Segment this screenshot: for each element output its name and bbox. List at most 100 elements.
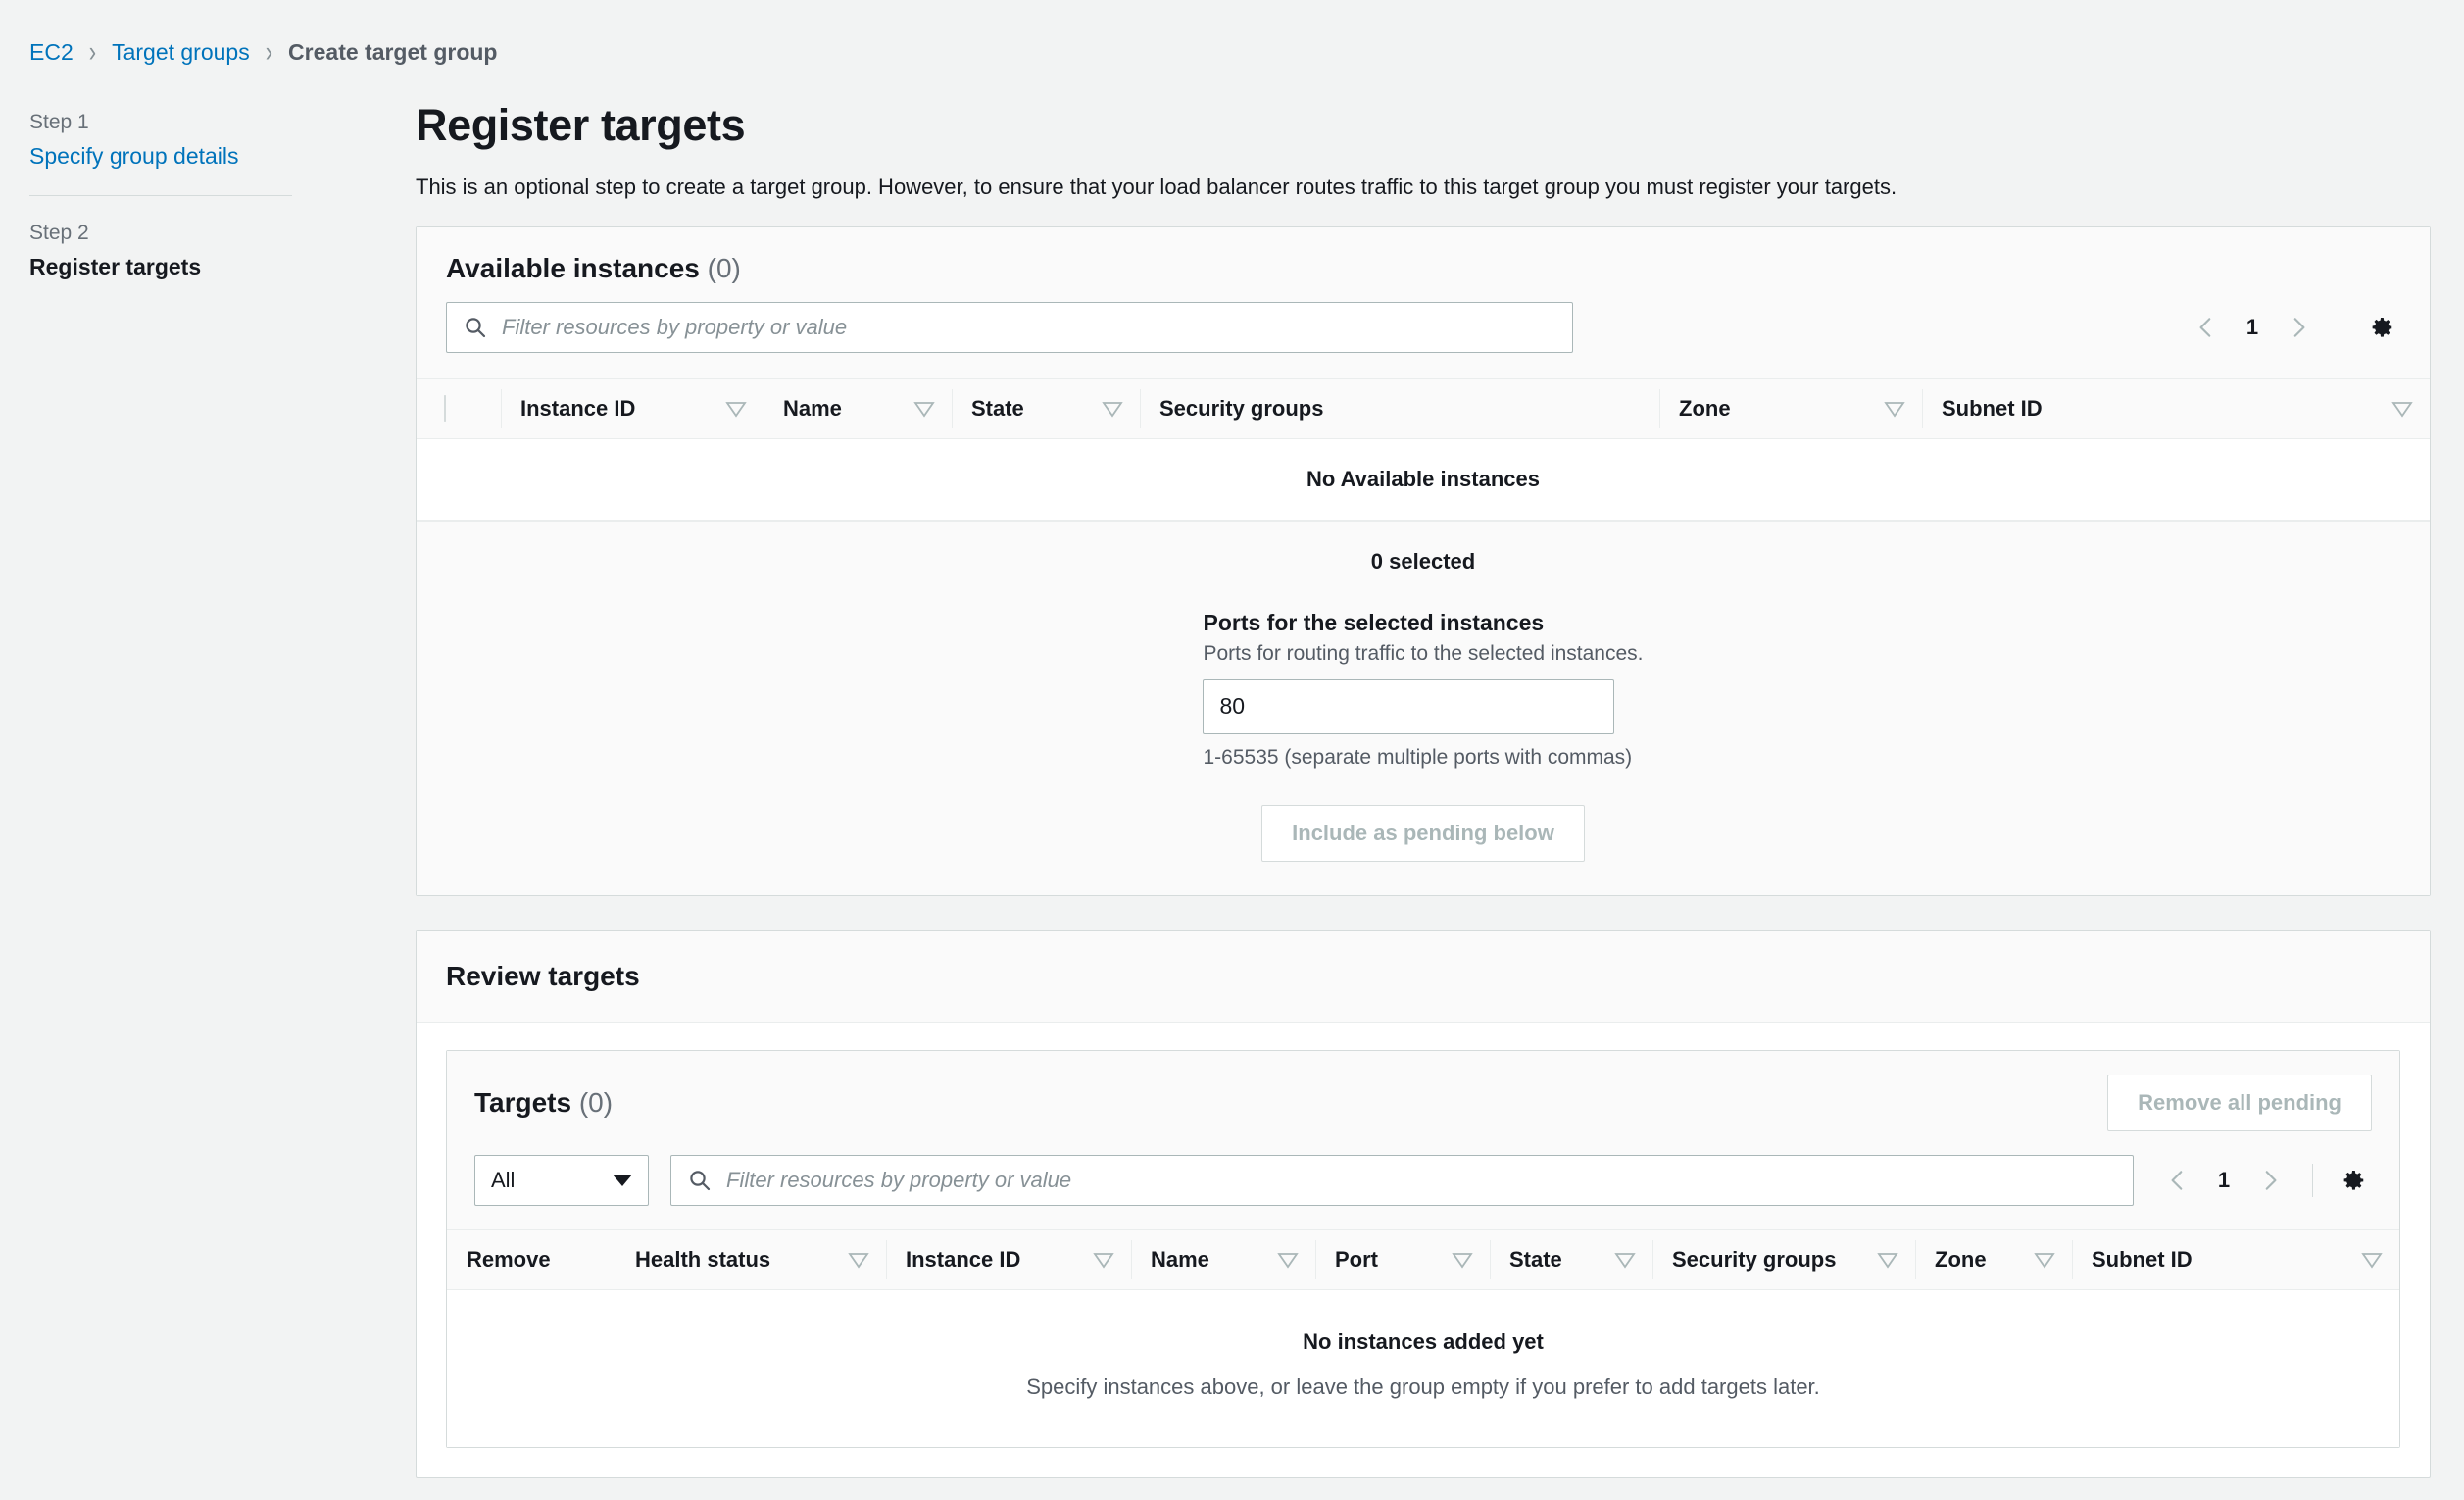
sort-descending-icon[interactable] [1101, 400, 1124, 418]
column-header-subnet-id: Subnet ID [2072, 1228, 2399, 1290]
column-label: Port [1335, 1246, 1378, 1272]
ports-input[interactable] [1203, 678, 1615, 734]
review-targets-title: Review targets [446, 960, 640, 991]
targets-empty-title: No instances added yet [1303, 1328, 1544, 1354]
step-1-title[interactable]: Specify group details [29, 143, 416, 170]
breadcrumb-item-ec2[interactable]: EC2 [29, 39, 74, 66]
available-instances-count: (0) [707, 252, 741, 283]
chevron-right-icon[interactable] [2247, 1158, 2292, 1203]
targets-pagination: 1 [2155, 1158, 2372, 1203]
available-instances-table-body: No Available instances [417, 438, 2430, 521]
targets-header: Targets (0) Remove all pending [447, 1050, 2399, 1155]
page-number-1[interactable]: 1 [2235, 315, 2270, 340]
include-pending-wrap: Include as pending below [417, 804, 2430, 862]
column-label: Subnet ID [2092, 1246, 2193, 1272]
column-label: Name [783, 395, 842, 421]
sort-descending-icon[interactable] [724, 400, 748, 418]
targets-count: (0) [578, 1086, 614, 1118]
empty-message: No Available instances [417, 438, 2430, 521]
sort-descending-icon[interactable] [847, 1251, 870, 1269]
targets-filter-select-value: All [491, 1167, 516, 1192]
targets-search-input[interactable] [670, 1154, 2134, 1206]
available-instances-header: Available instances (0) [417, 226, 2430, 302]
column-label: Zone [1679, 395, 1731, 421]
chevron-right-icon[interactable] [2276, 305, 2321, 350]
available-instances-title-text: Available instances [446, 252, 700, 283]
column-label: Subnet ID [1942, 395, 2043, 421]
page-number-1[interactable]: 1 [2206, 1168, 2242, 1193]
gear-icon[interactable] [2361, 308, 2400, 347]
table-header-row: Instance ID Name State Security groups Z… [417, 377, 2430, 439]
sort-descending-icon[interactable] [2390, 400, 2414, 418]
breadcrumb: EC2 › Target groups › Create target grou… [0, 0, 2464, 76]
available-instances-table: Instance ID Name State Security groups Z… [417, 377, 2430, 521]
targets-empty-subtitle: Specify instances above, or leave the gr… [1026, 1374, 1820, 1399]
sort-descending-icon[interactable] [1613, 1251, 1637, 1269]
targets-title: Targets (0) [474, 1087, 613, 1119]
column-label: Health status [635, 1246, 771, 1272]
targets-empty-state: No instances added yet Specify instances… [447, 1289, 2399, 1447]
column-header-remove: Remove [447, 1228, 616, 1290]
targets-inner-card: Targets (0) Remove all pending All Filte… [446, 1049, 2400, 1448]
sort-descending-icon[interactable] [2360, 1251, 2384, 1269]
sort-descending-icon[interactable] [1876, 1251, 1899, 1269]
available-instances-search-wrap [446, 301, 1573, 353]
available-instances-search-input[interactable] [446, 301, 1573, 353]
column-header-name: Name [764, 377, 952, 439]
targets-filter-select[interactable]: All [474, 1154, 649, 1206]
ports-description: Ports for routing traffic to the selecte… [1203, 641, 1644, 665]
pager-divider [2312, 1163, 2313, 1197]
chevron-left-icon[interactable] [2155, 1158, 2200, 1203]
column-label: Security groups [1159, 395, 1324, 421]
step-divider [29, 195, 292, 196]
breadcrumb-separator-icon: › [265, 34, 273, 69]
main-content: Register targets This is an optional ste… [416, 76, 2464, 1500]
column-label: State [1509, 1246, 1562, 1272]
ports-form-field: Ports for the selected instances Ports f… [1203, 610, 1644, 770]
breadcrumb-separator-icon: › [88, 34, 97, 69]
column-label: Instance ID [520, 395, 636, 421]
breadcrumb-item-current: Create target group [288, 38, 498, 65]
step-2-title: Register targets [29, 254, 202, 279]
select-all-header [417, 377, 501, 439]
column-header-state: State [952, 377, 1140, 439]
gear-icon[interactable] [2333, 1161, 2372, 1200]
selection-ports-panel: 0 selected Ports for the selected instan… [417, 520, 2430, 895]
sort-descending-icon[interactable] [1883, 400, 1906, 418]
available-instances-toolbar: 1 [417, 301, 2430, 378]
breadcrumb-item-target-groups[interactable]: Target groups [112, 39, 250, 66]
column-header-security-groups: Security groups [1140, 377, 1659, 439]
sort-descending-icon[interactable] [1451, 1251, 1474, 1269]
selected-count-label: 0 selected [1370, 548, 1476, 574]
column-header-security-groups: Security groups [1652, 1228, 1915, 1290]
wizard-footer: 0 pending Cancel Previous Create target … [416, 1488, 2431, 1500]
column-header-name: Name [1131, 1228, 1315, 1290]
sort-descending-icon[interactable] [1092, 1251, 1115, 1269]
targets-table-head: Remove Health status Instance ID Name Po… [447, 1228, 2399, 1290]
page-description: This is an optional step to create a tar… [416, 175, 1897, 199]
wizard-step-2: Step 2 Register targets [29, 222, 416, 280]
column-label: Zone [1935, 1246, 1987, 1272]
column-header-health-status: Health status [616, 1228, 886, 1290]
table-header-row: Remove Health status Instance ID Name Po… [447, 1228, 2399, 1290]
chevron-down-icon [613, 1174, 632, 1186]
sort-descending-icon[interactable] [912, 400, 936, 418]
select-all-checkbox[interactable] [444, 394, 446, 422]
available-instances-pagination: 1 [2184, 305, 2400, 350]
targets-toolbar: All Filter resources by property or valu… [447, 1154, 2399, 1229]
include-as-pending-button[interactable]: Include as pending below [1261, 804, 1585, 862]
column-label: Remove [467, 1246, 551, 1272]
targets-search-wrap [670, 1154, 2134, 1206]
chevron-left-icon[interactable] [2184, 305, 2229, 350]
sort-descending-icon[interactable] [2033, 1251, 2056, 1269]
wizard-step-1: Step 1 Specify group details [29, 111, 416, 170]
column-header-port: Port [1315, 1228, 1490, 1290]
column-label: State [971, 395, 1024, 421]
wizard-step-navigation: Step 1 Specify group details Step 2 Regi… [0, 76, 416, 280]
step-1-label: Step 1 [29, 111, 89, 133]
review-targets-card: Review targets Targets (0) Remove all pe… [416, 929, 2431, 1478]
sort-descending-icon[interactable] [1276, 1251, 1300, 1269]
remove-all-pending-button[interactable]: Remove all pending [2107, 1074, 2372, 1131]
table-empty-row: No Available instances [417, 438, 2430, 521]
available-instances-card: Available instances (0) Filter resources… [416, 225, 2431, 896]
